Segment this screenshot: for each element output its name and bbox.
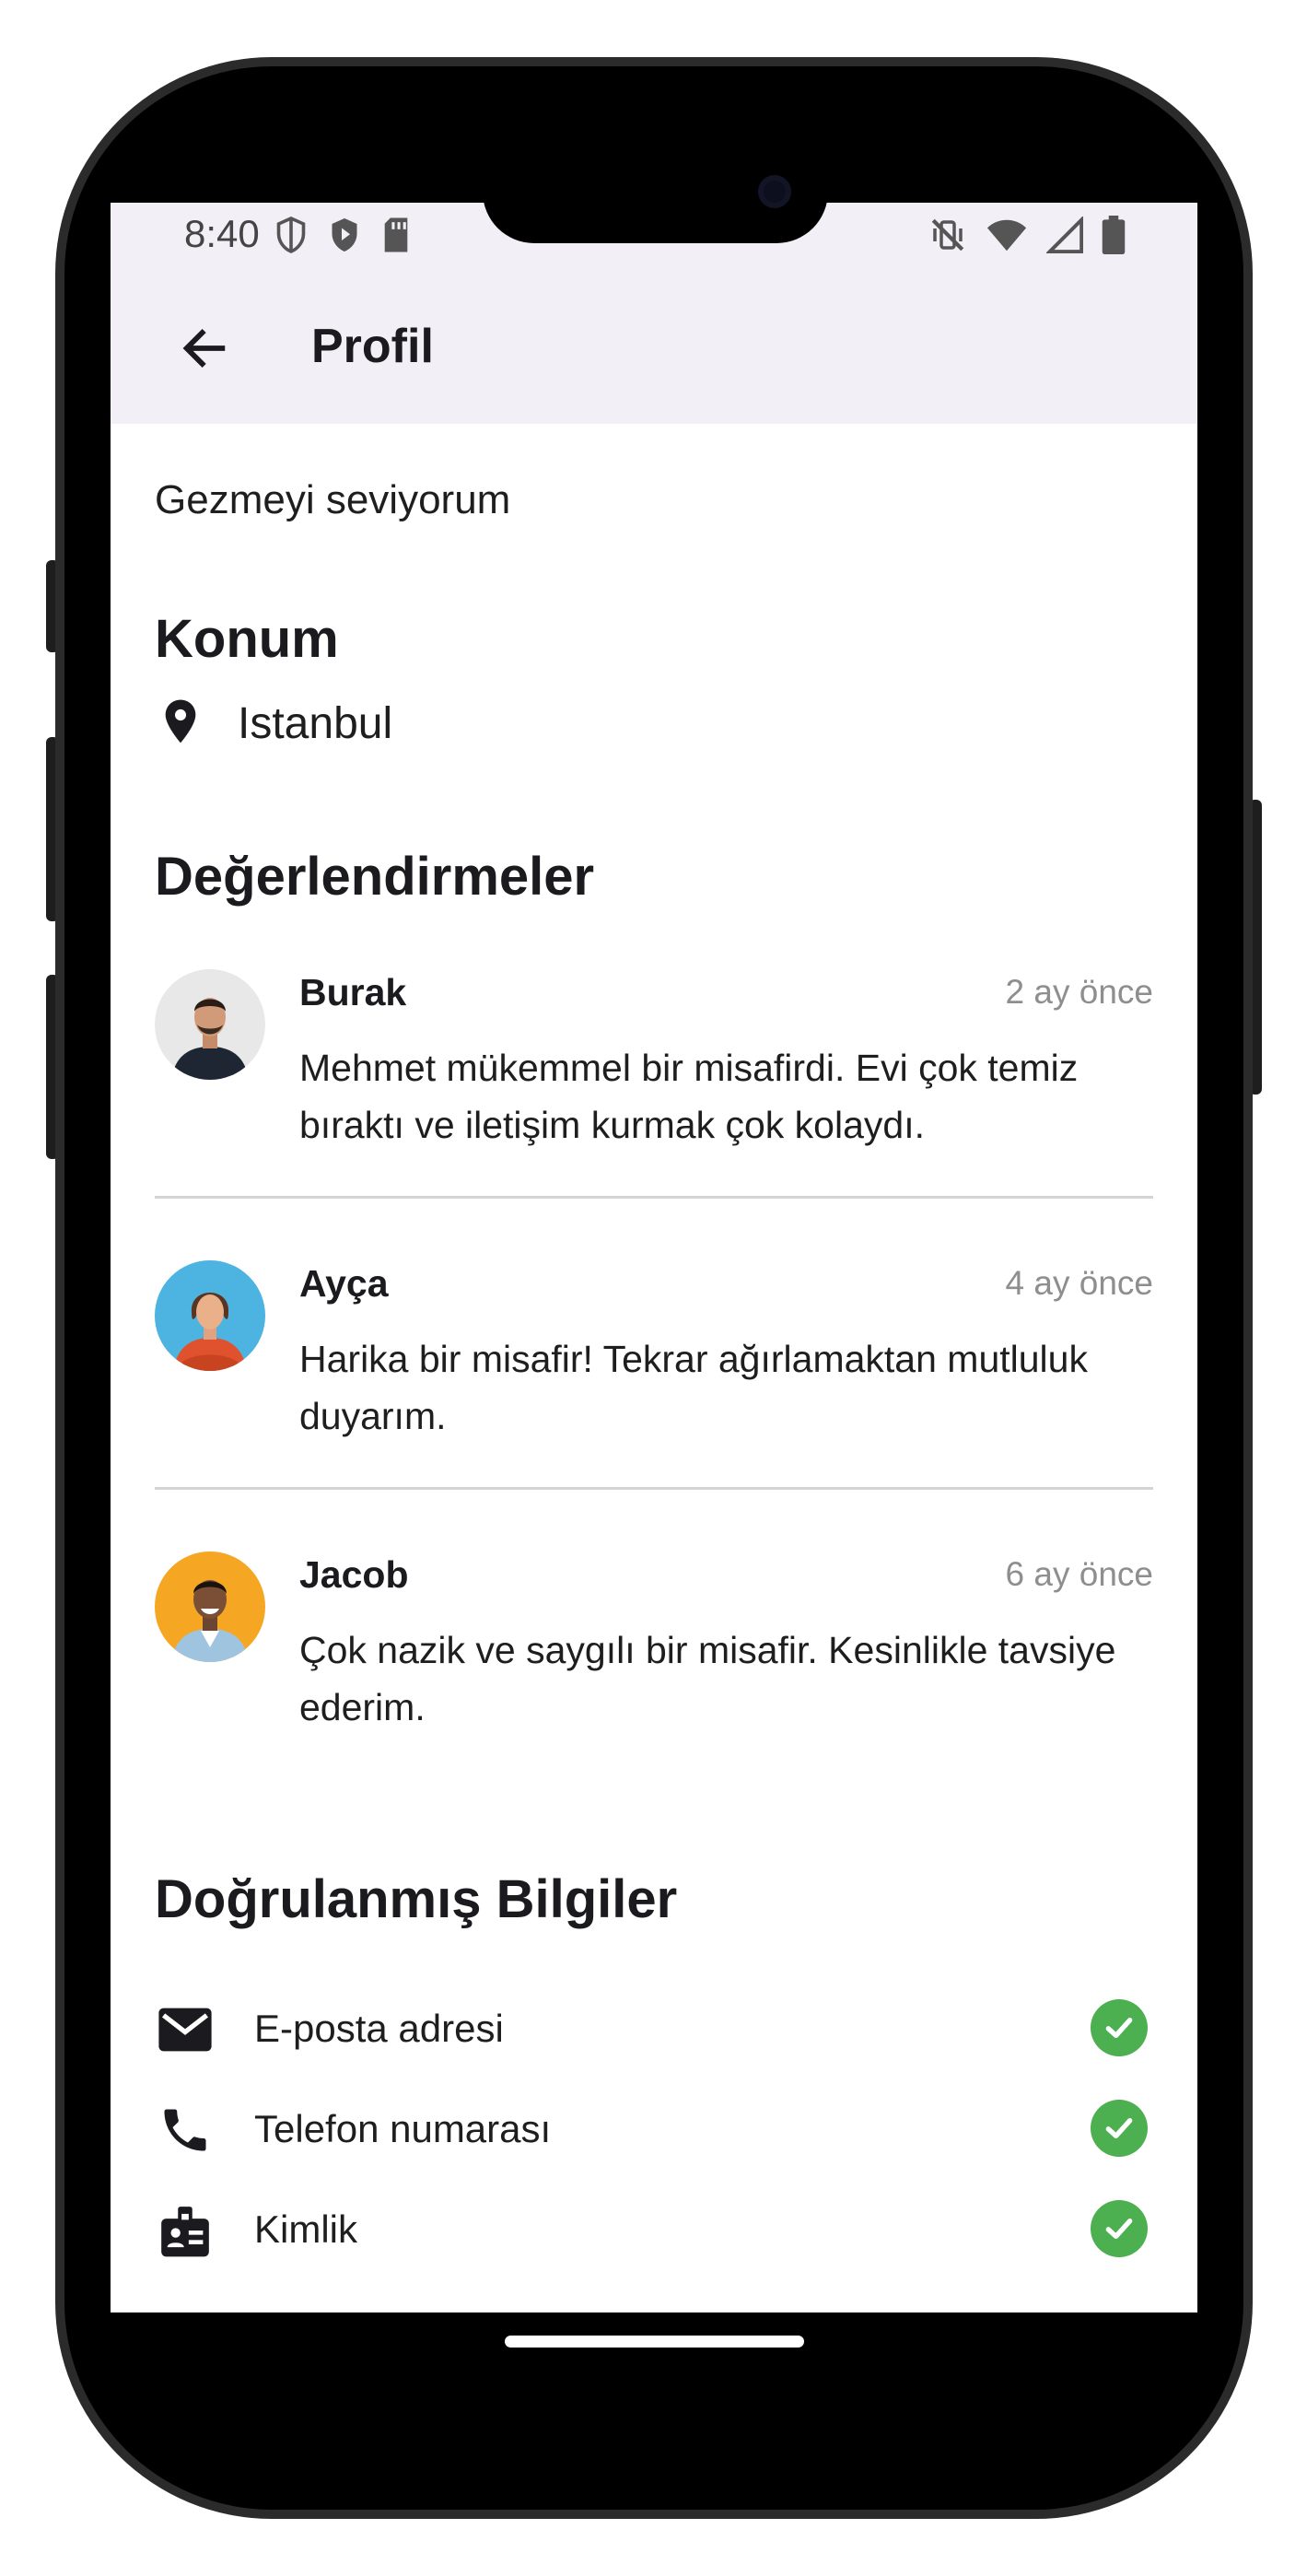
verified-label: Kimlik xyxy=(254,2207,357,2251)
review-text: Çok nazik ve saygılı bir misafir. Kesinl… xyxy=(299,1629,1116,1728)
verified-label: Telefon numarası xyxy=(254,2107,552,2150)
arrow-back-icon xyxy=(178,322,231,380)
check-circle-icon xyxy=(1091,2100,1148,2157)
status-time: 8:40 xyxy=(184,212,260,255)
location-city: Istanbul xyxy=(238,698,393,748)
status-right-icons xyxy=(928,215,1126,259)
check-circle-icon xyxy=(1091,2200,1148,2257)
play-protect-icon xyxy=(328,216,361,259)
status-left-icons xyxy=(274,216,411,259)
verified-section-title: Doğrulanmış Bilgiler xyxy=(155,1869,678,1929)
screen: 8:40 Profil Gezmeyi seviyorum Konum Ista… xyxy=(111,203,1197,2313)
location-section-title: Konum xyxy=(155,609,339,669)
avatar xyxy=(155,969,265,1080)
review-text: Mehmet mükemmel bir misafirdi. Evi çok t… xyxy=(299,1047,1079,1146)
verified-item-phone: Telefon numarası xyxy=(155,2087,1153,2170)
reviewer-name: Ayça xyxy=(299,1262,389,1305)
avatar xyxy=(155,1551,265,1662)
back-button[interactable] xyxy=(158,304,251,396)
page-title: Profil xyxy=(311,320,434,373)
location-row: Istanbul xyxy=(155,691,392,755)
sd-card-icon xyxy=(381,217,411,258)
divider xyxy=(155,1487,1153,1490)
divider xyxy=(155,1196,1153,1199)
reviewer-name: Jacob xyxy=(299,1553,409,1596)
avatar xyxy=(155,1260,265,1371)
camera-icon xyxy=(758,175,791,208)
verified-label: E-posta adresi xyxy=(254,2007,504,2050)
email-icon xyxy=(155,1999,216,2060)
reviews-section-title: Değerlendirmeler xyxy=(155,847,595,907)
signal-icon xyxy=(1044,215,1084,258)
review-date: 2 ay önce xyxy=(1005,973,1153,1011)
vibrate-off-icon xyxy=(928,216,967,259)
bio-text: Gezmeyi seviyorum xyxy=(155,477,511,522)
wifi-icon xyxy=(986,217,1028,258)
check-circle-icon xyxy=(1091,1999,1148,2056)
review-date: 6 ay önce xyxy=(1005,1555,1153,1593)
battery-icon xyxy=(1102,216,1126,259)
shield-outline-icon xyxy=(274,216,308,259)
reviewer-name: Burak xyxy=(299,971,407,1013)
verified-item-email: E-posta adresi xyxy=(155,1986,1153,2069)
phone-icon xyxy=(155,2100,216,2160)
verified-item-id: Kimlik xyxy=(155,2187,1153,2270)
home-indicator[interactable] xyxy=(505,2336,804,2348)
location-pin-icon xyxy=(155,693,206,755)
id-badge-icon xyxy=(155,2200,216,2261)
dynamic-island xyxy=(483,140,828,243)
review-text: Harika bir misafir! Tekrar ağırlamaktan … xyxy=(299,1338,1088,1437)
review-date: 4 ay önce xyxy=(1005,1264,1153,1302)
